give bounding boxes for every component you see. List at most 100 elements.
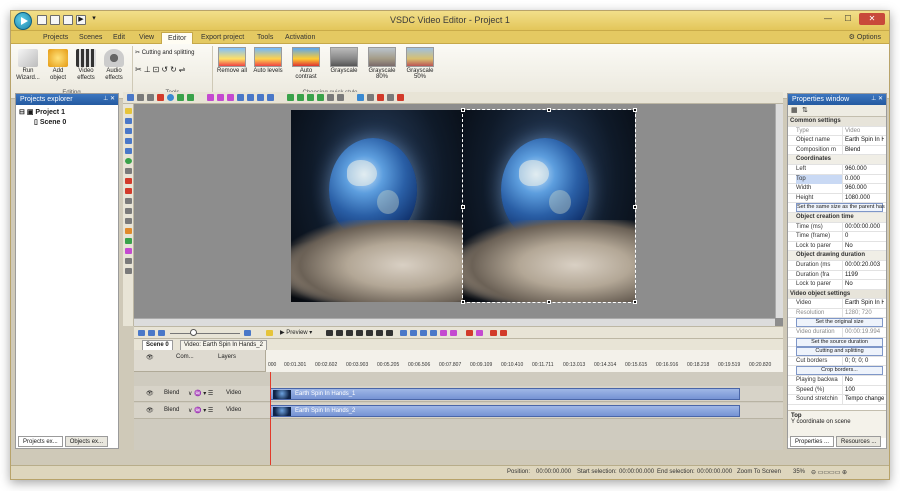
marker-icon[interactable] bbox=[400, 330, 407, 336]
volume-icon[interactable] bbox=[450, 330, 457, 336]
row-blend-mode[interactable]: Blend bbox=[164, 390, 179, 396]
property-row[interactable]: Duration (fra 1199 bbox=[788, 270, 886, 281]
timeline-ruler[interactable]: 000 00:01.301 00:02.602 00:03.903 00:05.… bbox=[265, 350, 783, 372]
scene-canvas[interactable] bbox=[134, 104, 783, 326]
timeline-row[interactable]: 👁 Blend ∨ ♒ ▾ ☰ Video Earth Spin In Hand… bbox=[134, 386, 783, 402]
mask-tool-icon[interactable] bbox=[125, 268, 132, 274]
snap-icon[interactable] bbox=[367, 94, 374, 101]
property-button-row[interactable]: Set the original size bbox=[788, 318, 886, 329]
quick-style-grayscale-50[interactable]: Grayscale 50% bbox=[403, 47, 437, 80]
pin-icon[interactable]: ⊥ ✕ bbox=[103, 94, 115, 105]
row-settings-icon[interactable]: ∨ ♒ ▾ ☰ bbox=[188, 390, 213, 397]
property-row[interactable]: Time (ms) 00:00:00.000 bbox=[788, 222, 886, 233]
align-left-icon[interactable] bbox=[207, 94, 214, 101]
snap-timeline-icon[interactable] bbox=[420, 330, 427, 336]
redo-icon[interactable] bbox=[187, 94, 194, 101]
delete-icon[interactable] bbox=[157, 94, 164, 101]
resize-handle[interactable] bbox=[461, 300, 465, 304]
resize-handle[interactable] bbox=[547, 300, 551, 304]
timeline-zoom-slider[interactable] bbox=[170, 333, 240, 334]
property-value[interactable]: Earth Spin In H bbox=[842, 299, 884, 309]
run-wizard-button[interactable]: Run Wizard... bbox=[15, 49, 41, 82]
ellipse-tool-icon[interactable] bbox=[125, 158, 132, 164]
undo-icon[interactable] bbox=[177, 94, 184, 101]
row-settings-icon[interactable]: ∨ ♒ ▾ ☰ bbox=[188, 407, 213, 414]
menu-tools[interactable]: Tools bbox=[251, 32, 279, 44]
grid-icon[interactable] bbox=[357, 94, 364, 101]
property-row[interactable]: Width 960.000 bbox=[788, 184, 886, 194]
flip-icon[interactable]: ⇌ bbox=[179, 65, 188, 74]
property-value[interactable]: 00:00:20.003 bbox=[842, 260, 884, 270]
zoom-plus-icon[interactable] bbox=[244, 330, 251, 336]
zoom-in-icon[interactable] bbox=[138, 330, 145, 336]
tab-objects-explorer[interactable]: Objects ex... bbox=[64, 436, 109, 447]
timeline-row[interactable]: 👁 Blend ∨ ♒ ▾ ☰ Video Earth Spin In Hand… bbox=[134, 403, 783, 419]
property-action-button[interactable]: Set the source duration bbox=[796, 337, 883, 347]
remove-icon[interactable] bbox=[490, 330, 497, 336]
group-icon[interactable] bbox=[327, 94, 334, 101]
split-icon[interactable] bbox=[410, 330, 417, 336]
align-right-icon[interactable] bbox=[227, 94, 234, 101]
cut-icon[interactable]: ✂ bbox=[135, 65, 144, 74]
add-object-button[interactable]: Add object bbox=[45, 49, 71, 82]
zoom-slider-icon[interactable]: ⊖ ▭▭▭▭ ⊕ bbox=[811, 469, 847, 476]
row-blend-mode[interactable]: Blend bbox=[164, 407, 179, 413]
property-row[interactable]: Composition m Blend bbox=[788, 145, 886, 156]
property-value[interactable]: 0.000 bbox=[842, 174, 884, 184]
effects-icon[interactable] bbox=[476, 330, 483, 336]
align-center-icon[interactable] bbox=[217, 94, 224, 101]
property-row[interactable]: Height 1080.000 bbox=[788, 193, 886, 204]
video-frame-right-selected[interactable] bbox=[462, 109, 636, 303]
property-value[interactable]: 0; 0; 0; 0 bbox=[842, 356, 884, 366]
quick-style-grayscale[interactable]: Grayscale bbox=[327, 47, 361, 74]
preview-settings-icon[interactable] bbox=[266, 330, 273, 336]
property-value[interactable]: Tempo change bbox=[842, 395, 884, 405]
tab-resources[interactable]: Resources ... bbox=[836, 436, 882, 447]
text-tool-icon[interactable] bbox=[125, 118, 132, 124]
step-forward-icon[interactable] bbox=[366, 330, 373, 336]
collapse-icon[interactable]: ⊟ bbox=[19, 109, 25, 116]
pointer-icon[interactable] bbox=[127, 94, 134, 101]
move-down-icon[interactable] bbox=[297, 94, 304, 101]
shape-tool-icon[interactable] bbox=[125, 168, 132, 174]
align-middle-icon[interactable] bbox=[247, 94, 254, 101]
canvas-horizontal-scrollbar[interactable] bbox=[134, 318, 775, 326]
music-tool-icon[interactable] bbox=[125, 248, 132, 254]
sprite-tool-icon[interactable] bbox=[125, 228, 132, 234]
tab-projects-explorer[interactable]: Projects ex... bbox=[18, 436, 63, 447]
property-action-button[interactable]: Set the same size as the parent has bbox=[796, 203, 885, 213]
play-back-icon[interactable] bbox=[346, 330, 353, 336]
zoom-to-screen-button[interactable]: Zoom To Screen bbox=[737, 469, 781, 475]
trim-icon[interactable]: ⊥ bbox=[144, 65, 153, 74]
rotate-right-icon[interactable]: ↻ bbox=[170, 65, 179, 74]
property-value[interactable]: No bbox=[842, 376, 884, 386]
video-clip-2[interactable]: Earth Spin In Hands_2 bbox=[270, 405, 740, 417]
eye-icon[interactable]: 👁 bbox=[146, 407, 154, 414]
property-value[interactable]: 960.000 bbox=[842, 184, 884, 194]
preview-button[interactable]: ▶ Preview ▾ bbox=[280, 329, 312, 337]
property-value[interactable]: No bbox=[842, 241, 884, 251]
rectangle-tool-icon[interactable] bbox=[125, 128, 132, 134]
lock-icon[interactable] bbox=[377, 94, 384, 101]
menu-edit[interactable]: Edit bbox=[107, 32, 131, 44]
audio-effects-button[interactable]: Audio effects bbox=[101, 49, 127, 82]
menu-view[interactable]: View bbox=[133, 32, 160, 44]
maximize-icon[interactable]: ☐ bbox=[839, 13, 857, 25]
audio-wave-icon[interactable] bbox=[440, 330, 447, 336]
select-tool-icon[interactable] bbox=[125, 108, 132, 114]
circle-icon[interactable] bbox=[167, 94, 174, 101]
chart-tool-icon[interactable] bbox=[125, 178, 132, 184]
property-value[interactable]: 0 bbox=[842, 232, 884, 242]
quick-style-grayscale-80[interactable]: Grayscale 80% bbox=[365, 47, 399, 80]
resize-handle[interactable] bbox=[461, 205, 465, 209]
eraser-icon[interactable] bbox=[397, 94, 404, 101]
property-row[interactable]: Top 0.000 bbox=[788, 174, 886, 185]
close-icon[interactable]: ✕ bbox=[859, 13, 885, 25]
effect-tool-icon[interactable] bbox=[125, 258, 132, 264]
audio-tool-icon[interactable] bbox=[125, 208, 132, 214]
property-value[interactable]: 100 bbox=[842, 385, 884, 395]
property-value[interactable]: 1280; 720 bbox=[842, 308, 884, 318]
menu-projects[interactable]: Projects bbox=[37, 32, 74, 44]
video-clip-1[interactable]: Earth Spin In Hands_1 bbox=[270, 388, 740, 400]
paste-icon[interactable] bbox=[147, 94, 154, 101]
